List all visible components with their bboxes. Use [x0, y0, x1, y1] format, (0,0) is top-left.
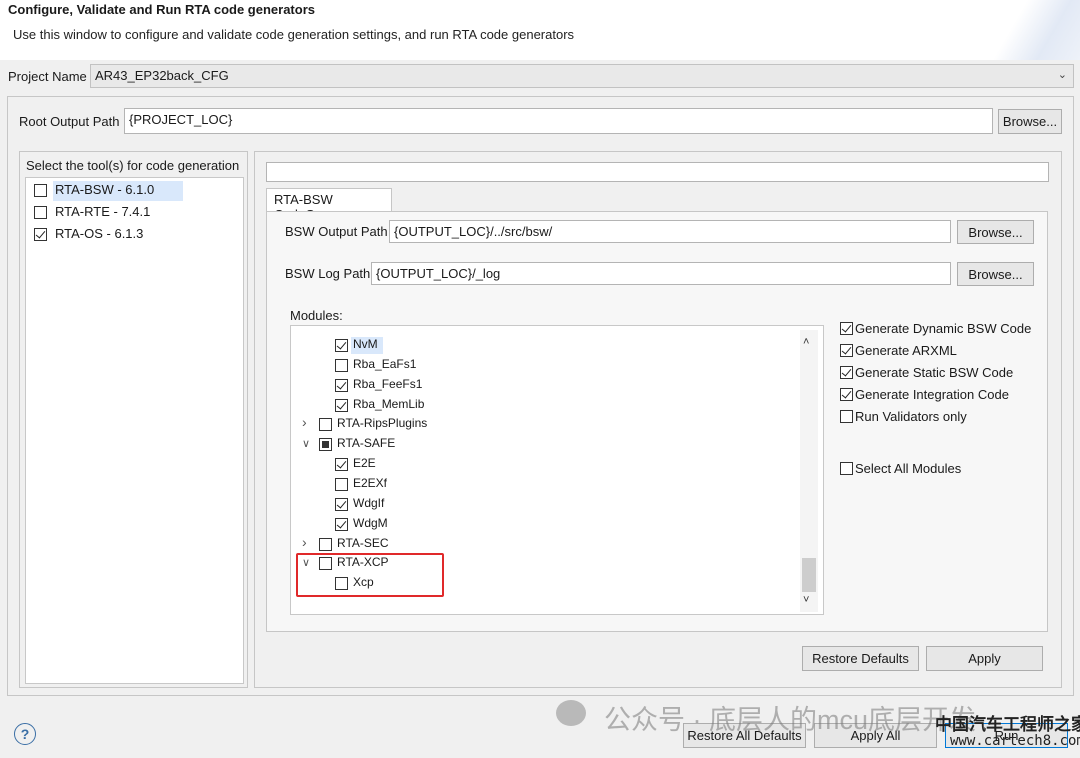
- module-tree-item[interactable]: WdgIf: [292, 495, 792, 514]
- help-icon[interactable]: ?: [14, 723, 36, 745]
- module-tree-item[interactable]: › RTA-RipsPlugins: [292, 414, 792, 434]
- bsw-output-browse-button[interactable]: Browse...: [957, 220, 1034, 244]
- watermark-site-name: 中国汽车工程师之家: [935, 715, 1080, 735]
- module-label: WdgIf: [353, 495, 385, 510]
- module-tree-item[interactable]: › RTA-SEC: [292, 534, 792, 554]
- root-output-browse-button[interactable]: Browse...: [998, 109, 1062, 134]
- module-checkbox[interactable]: [335, 517, 348, 531]
- option-checkbox[interactable]: [840, 344, 853, 357]
- module-checkbox[interactable]: [335, 378, 348, 392]
- module-tree-item[interactable]: ∨ RTA-SAFE: [292, 435, 792, 454]
- option-label: Generate ARXML: [855, 343, 957, 358]
- tool-item-label: RTA-BSW - 6.1.0: [55, 182, 155, 197]
- restore-defaults-button[interactable]: Restore Defaults: [802, 646, 919, 671]
- module-checkbox[interactable]: [335, 458, 348, 472]
- module-checkbox[interactable]: [335, 398, 348, 412]
- dialog-title: Configure, Validate and Run RTA code gen…: [8, 2, 315, 17]
- tool-item[interactable]: RTA-RTE - 7.4.1: [28, 203, 240, 223]
- codegen-message-field: [266, 162, 1049, 182]
- wechat-icon: [556, 700, 586, 726]
- tool-item-label: RTA-RTE - 7.4.1: [55, 204, 151, 219]
- option-checkbox[interactable]: [840, 322, 853, 335]
- module-checkbox[interactable]: [319, 418, 332, 432]
- module-checkbox[interactable]: [335, 497, 348, 511]
- module-label: NvM: [353, 337, 378, 351]
- chevron-right-icon[interactable]: ›: [302, 534, 307, 550]
- tab-rta-bsw-codegen[interactable]: RTA-BSW CodeGen: [266, 188, 392, 222]
- dialog-description: Use this window to configure and validat…: [13, 27, 575, 42]
- select-all-label: Select All Modules: [855, 461, 962, 476]
- module-label: RTA-SAFE: [337, 436, 396, 451]
- watermark-site-url: www.cartech8.com: [950, 733, 1080, 749]
- option-checkbox[interactable]: [840, 366, 853, 379]
- modules-label: Modules:: [290, 308, 343, 323]
- module-label: RTA-RipsPlugins: [337, 416, 428, 431]
- tool-item-label: RTA-OS - 6.1.3: [55, 226, 144, 241]
- root-output-label: Root Output Path: [19, 114, 120, 129]
- chevron-right-icon[interactable]: ›: [302, 414, 307, 430]
- scrollbar-thumb[interactable]: [802, 558, 816, 592]
- tool-checkbox[interactable]: [34, 184, 47, 197]
- module-checkbox[interactable]: [319, 438, 332, 452]
- module-checkbox[interactable]: [319, 537, 332, 551]
- chevron-down-icon[interactable]: ⌄: [1058, 65, 1067, 85]
- select-all-checkbox[interactable]: [840, 462, 853, 475]
- module-label: E2EXf: [353, 475, 388, 490]
- module-checkbox[interactable]: [335, 358, 348, 372]
- module-label: RTA-SEC: [337, 535, 389, 550]
- module-tree-item[interactable]: Rba_EaFs1: [292, 356, 792, 375]
- bsw-output-label: BSW Output Path: [285, 224, 388, 239]
- scroll-down-icon[interactable]: ˅: [803, 594, 809, 606]
- option-label: Generate Static BSW Code: [855, 365, 1014, 380]
- bsw-log-field[interactable]: {OUTPUT_LOC}/_log: [371, 262, 951, 285]
- tool-checkbox[interactable]: [34, 228, 47, 241]
- module-label: WdgM: [353, 515, 388, 530]
- tool-item[interactable]: RTA-OS - 6.1.3: [28, 225, 240, 245]
- module-tree-item[interactable]: Rba_MemLib: [292, 396, 792, 415]
- option-label: Generate Integration Code: [855, 387, 1009, 402]
- option-label: Generate Dynamic BSW Code: [855, 321, 1032, 336]
- bsw-output-field[interactable]: {OUTPUT_LOC}/../src/bsw/: [389, 220, 951, 243]
- option-checkbox[interactable]: [840, 388, 853, 401]
- tool-checkbox[interactable]: [34, 206, 47, 219]
- module-checkbox[interactable]: [335, 339, 348, 352]
- header-decoration: [990, 0, 1080, 60]
- option-checkbox[interactable]: [840, 410, 853, 423]
- apply-button[interactable]: Apply: [926, 646, 1043, 671]
- tool-selection-heading: Select the tool(s) for code generation: [26, 158, 240, 173]
- watermark-text: 公众号 · 底层人的mcu底层开发: [604, 705, 977, 735]
- bsw-log-browse-button[interactable]: Browse...: [957, 262, 1034, 286]
- chevron-down-icon[interactable]: ∨: [302, 437, 310, 450]
- tool-item[interactable]: RTA-BSW - 6.1.0: [28, 181, 240, 201]
- scroll-up-icon[interactable]: ˄: [803, 336, 809, 348]
- root-output-field[interactable]: {PROJECT_LOC}: [124, 108, 993, 134]
- project-name-label: Project Name: [8, 69, 87, 84]
- module-label: Rba_MemLib: [353, 396, 425, 411]
- module-tree-item[interactable]: NvM: [292, 336, 792, 355]
- module-tree-item[interactable]: WdgM: [292, 515, 792, 534]
- project-name-value: AR43_EP32back_CFG: [95, 68, 229, 83]
- module-tree-item[interactable]: E2E: [292, 455, 792, 474]
- module-tree-item[interactable]: Rba_FeeFs1: [292, 376, 792, 395]
- option-label: Run Validators only: [855, 409, 967, 424]
- project-name-combo[interactable]: AR43_EP32back_CFG ⌄: [90, 64, 1074, 88]
- module-checkbox[interactable]: [335, 477, 348, 491]
- module-label: E2E: [353, 456, 376, 471]
- module-tree-item[interactable]: E2EXf: [292, 475, 792, 494]
- tool-list: [25, 177, 244, 684]
- bsw-log-label: BSW Log Path: [285, 266, 371, 281]
- module-label: Rba_FeeFs1: [353, 376, 423, 391]
- module-label: Rba_EaFs1: [353, 356, 417, 371]
- highlight-box: [296, 553, 444, 597]
